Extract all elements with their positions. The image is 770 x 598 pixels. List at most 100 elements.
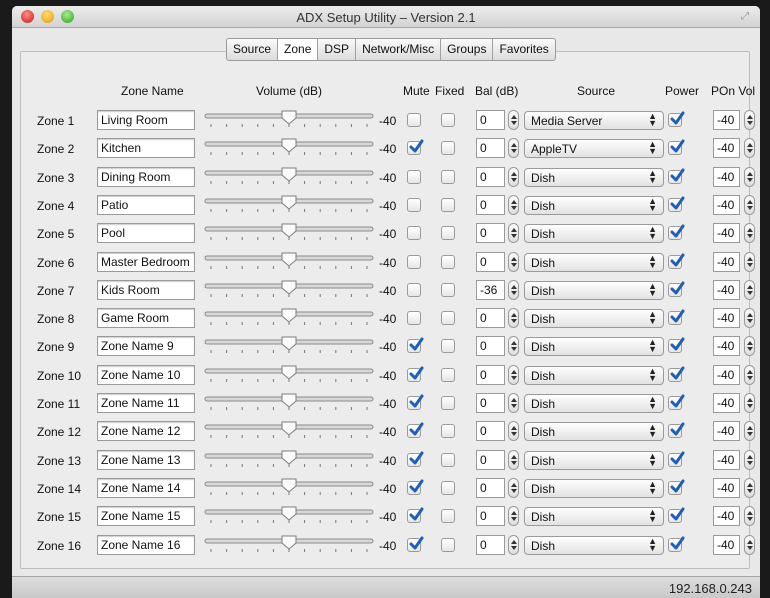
power-on-volume-field[interactable]: -40 [713,194,740,215]
zone-name-field[interactable]: Zone Name 16 [97,534,195,555]
balance-stepper[interactable] [508,534,519,555]
zone-name-field[interactable]: Master Bedroom [97,251,195,272]
mute-checkbox[interactable] [407,139,424,156]
power-on-volume-stepper[interactable] [744,336,755,357]
power-on-volume-field[interactable]: -40 [713,251,740,272]
balance-stepper[interactable] [508,166,519,187]
power-on-volume-field[interactable]: -40 [713,308,740,329]
volume-slider[interactable] [201,223,377,243]
fixed-checkbox[interactable] [441,197,455,212]
fixed-checkbox[interactable] [441,282,455,297]
volume-slider[interactable] [201,506,377,526]
mute-checkbox[interactable] [407,197,421,212]
power-checkbox[interactable] [668,422,685,439]
balance-stepper[interactable] [508,477,519,498]
balance-stepper[interactable] [508,223,519,244]
power-on-volume-stepper[interactable] [744,308,755,329]
source-select[interactable]: Dish ▲ ▼ [524,394,664,413]
mute-checkbox[interactable] [407,226,421,241]
fixed-checkbox[interactable] [441,141,455,156]
power-checkbox[interactable] [668,337,685,354]
power-on-volume-field[interactable]: -40 [713,421,740,442]
mute-checkbox[interactable] [407,169,421,184]
balance-stepper[interactable] [508,194,519,215]
mute-checkbox[interactable] [407,451,424,467]
power-checkbox[interactable] [668,451,685,467]
balance-field[interactable]: 0 [476,308,505,329]
source-select[interactable]: AppleTV ▲ ▼ [524,139,664,159]
source-select[interactable]: Dish ▲ ▼ [524,535,664,555]
power-checkbox[interactable] [668,309,685,326]
title-bar[interactable]: ADX Setup Utility – Version 2.1 ⤢ [12,6,760,28]
power-on-volume-field[interactable]: -40 [713,364,740,385]
balance-field[interactable]: -36 [476,279,505,300]
tab-zone[interactable]: Zone [278,39,319,60]
volume-slider[interactable] [201,421,377,441]
balance-field[interactable]: 0 [476,138,505,159]
power-checkbox[interactable] [668,196,685,212]
balance-field[interactable]: 0 [476,477,505,498]
fixed-checkbox[interactable] [441,226,455,241]
power-checkbox[interactable] [668,139,685,156]
zone-name-field[interactable]: Zone Name 12 [97,421,195,442]
mute-checkbox[interactable] [407,282,421,297]
tab-groups[interactable]: Groups [441,39,494,60]
volume-slider[interactable] [201,138,377,158]
zone-name-field[interactable]: Zone Name 11 [97,393,195,413]
tab-source[interactable]: Source [227,39,279,60]
tab-dsp[interactable]: DSP [318,39,357,60]
volume-slider[interactable] [201,280,377,300]
fixed-checkbox[interactable] [441,537,455,552]
power-checkbox[interactable] [668,111,685,127]
balance-field[interactable]: 0 [476,110,505,130]
mute-checkbox[interactable] [407,422,424,439]
volume-slider[interactable] [201,393,377,413]
mute-checkbox[interactable] [407,394,424,410]
power-on-volume-field[interactable]: -40 [713,393,740,413]
mute-checkbox[interactable] [407,507,424,524]
mute-checkbox[interactable] [407,337,424,354]
volume-slider[interactable] [201,450,377,470]
mute-checkbox[interactable] [407,479,424,495]
volume-slider[interactable] [201,110,377,130]
balance-stepper[interactable] [508,138,519,159]
source-select[interactable]: Dish ▲ ▼ [524,422,664,442]
power-on-volume-field[interactable]: -40 [713,279,740,300]
fixed-checkbox[interactable] [441,424,455,439]
source-select[interactable]: Dish ▲ ▼ [524,478,664,498]
power-on-volume-field[interactable]: -40 [713,534,740,555]
zone-name-field[interactable]: Zone Name 10 [97,364,195,385]
source-select[interactable]: Dish ▲ ▼ [524,365,664,385]
zone-name-field[interactable]: Zone Name 13 [97,449,195,470]
power-on-volume-stepper[interactable] [744,110,755,130]
balance-field[interactable]: 0 [476,194,505,215]
power-on-volume-stepper[interactable] [744,223,755,244]
power-checkbox[interactable] [668,168,685,184]
balance-stepper[interactable] [508,336,519,357]
power-checkbox[interactable] [668,479,685,495]
zone-name-field[interactable]: Kitchen [97,138,195,159]
power-on-volume-field[interactable]: -40 [713,336,740,357]
fixed-checkbox[interactable] [441,367,455,382]
power-on-volume-stepper[interactable] [744,166,755,187]
fixed-checkbox[interactable] [441,113,455,127]
power-checkbox[interactable] [668,536,685,552]
mute-checkbox[interactable] [407,536,424,552]
tab-favorites[interactable]: Favorites [493,39,554,60]
balance-stepper[interactable] [508,421,519,442]
power-on-volume-stepper[interactable] [744,393,755,413]
fixed-checkbox[interactable] [441,452,455,467]
power-on-volume-field[interactable]: -40 [713,138,740,159]
balance-field[interactable]: 0 [476,449,505,470]
source-select[interactable]: Dish ▲ ▼ [524,309,664,329]
power-on-volume-stepper[interactable] [744,364,755,385]
fixed-checkbox[interactable] [441,311,455,326]
volume-slider[interactable] [201,535,377,555]
zone-name-field[interactable]: Living Room [97,110,195,130]
power-checkbox[interactable] [668,507,685,524]
power-on-volume-field[interactable]: -40 [713,223,740,244]
fixed-checkbox[interactable] [441,169,455,184]
balance-field[interactable]: 0 [476,336,505,357]
source-select[interactable]: Dish ▲ ▼ [524,167,664,187]
power-on-volume-stepper[interactable] [744,251,755,272]
